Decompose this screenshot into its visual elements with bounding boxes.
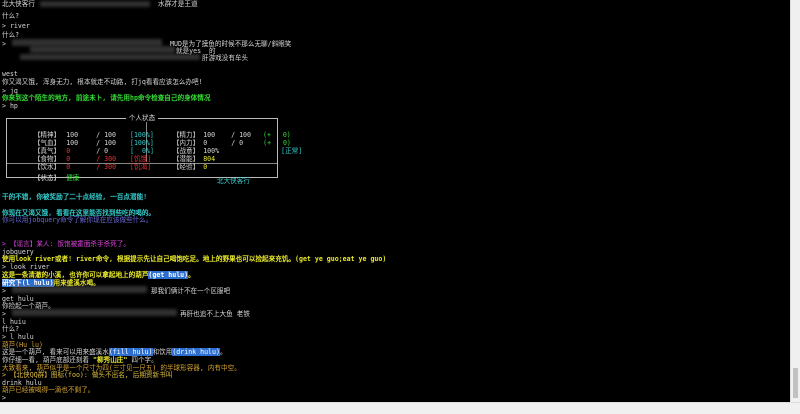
chat-message: 水群才是王道 <box>158 0 198 8</box>
output-line: 什么? <box>2 325 20 333</box>
reward-line: 干的不错, 你被奖励了二十点经验, 一百点潜能! <box>2 193 148 201</box>
redacted-block <box>12 309 177 316</box>
command-echo: > look river <box>2 263 50 271</box>
redacted-block <box>12 39 162 46</box>
command-link[interactable]: (get hulu) <box>148 271 189 279</box>
hint-line: 你可以用jobquery命令了解你现在应该做些什么。 <box>2 216 153 224</box>
hint-line: 使用look river或者! river命令, 根据提示先让自己喝饱吃足。地上… <box>2 255 387 263</box>
prompt: > <box>2 40 6 48</box>
prompt: > <box>2 394 6 402</box>
redacted-block <box>30 46 175 53</box>
stat-row-jingyan: 【经验】 0 <box>172 163 208 172</box>
command-echo: > l hulu <box>2 333 34 341</box>
hint-line: 你来到这个陌生的地方, 前途未卜, 请先用hp命令检查自己的身体情况 <box>2 94 211 102</box>
item-description: 这是一个葫芦, 看来可以用来盛溪水(fill hulu)和饮用(drink hu… <box>2 348 227 356</box>
redacted-block <box>12 286 147 293</box>
command-link[interactable]: (drink hulu) <box>172 348 220 356</box>
output-line: 什么? <box>2 31 20 39</box>
room-description: 这是一条清澈的小溪, 也许你可以拿起地上的葫芦(get hulu)。 <box>2 271 195 279</box>
status-panel: 个人状态 【精神】 100/ 100 [100%] 【气血】 100/ 100 [100… <box>6 114 302 185</box>
redacted-block <box>20 54 200 60</box>
command-echo: west <box>2 70 18 78</box>
output-line: 葫芦已经被喝得一滴也不剩了。 <box>2 386 95 394</box>
chat-message: 再肝也追不上大鱼 老铁 <box>180 310 250 318</box>
status-panel-title: 个人状态 <box>125 114 159 122</box>
horizontal-scrollbar[interactable] <box>0 402 800 414</box>
output-line: 你又渴又饿, 浑身无力, 根本就走不动路, 打jq看看应该怎么办吧! <box>2 78 203 86</box>
redacted-block <box>40 1 150 7</box>
terminal-output[interactable]: 北大侠客行 水群才是王道 什么? > river 什么? > MUD是为了摸鱼的… <box>0 0 790 402</box>
vertical-scrollbar[interactable] <box>790 0 800 402</box>
item-description: 你仔细一看, 葫芦底部还刻着 "柳秀山庄" 四个字。 <box>2 356 158 364</box>
command-echo: > hp <box>2 102 18 110</box>
command-link[interactable]: (fill hulu) <box>108 348 153 356</box>
status-footer: 北大侠客行 <box>217 177 250 185</box>
chat-message: 那我们俩计不在一个区服吧 <box>151 287 231 295</box>
output-line: 什么? <box>2 12 20 20</box>
output-line: 北大侠客行 <box>2 0 35 8</box>
command-echo: > river <box>2 22 30 30</box>
stat-row-state: 【状态】 健康 <box>33 174 80 183</box>
scrollbar-thumb[interactable] <box>793 368 798 398</box>
chat-message: 肝游戏没有牟头 <box>202 54 249 62</box>
rumor-line: > 【谣言】某人: 饭饱被霍面杀手杀死了。 <box>2 240 130 248</box>
channel-message: > 【北侠QQ群】图标(foo): 做头不出名, 后期资新书叫 <box>2 371 173 379</box>
prompt: > <box>2 310 6 318</box>
prompt: > <box>2 287 6 295</box>
